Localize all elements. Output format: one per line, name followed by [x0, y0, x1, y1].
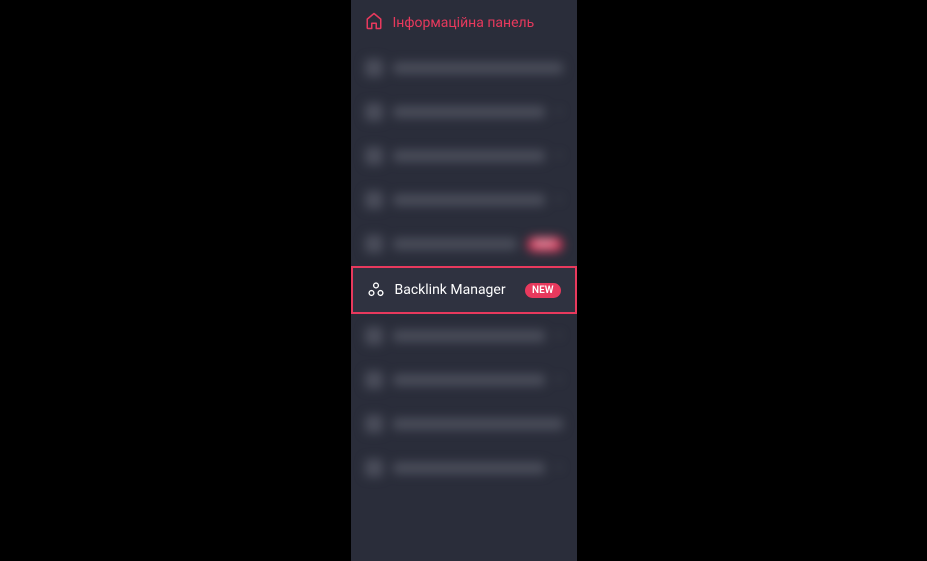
link-icon: [367, 281, 385, 299]
blurred-icon: [365, 191, 383, 209]
chevron-down-icon: ▾: [555, 104, 562, 120]
sidebar-item-blurred: ▾: [351, 358, 577, 402]
sidebar-item-blurred: [351, 402, 577, 446]
blurred-label: [393, 418, 563, 430]
sidebar-item-blurred: ▾: [351, 134, 577, 178]
sidebar-item-blurred: ▾: [351, 178, 577, 222]
sidebar-item-label: Backlink Manager: [395, 282, 516, 298]
blurred-icon: [365, 459, 383, 477]
blurred-label: [393, 462, 546, 474]
blurred-icon: [365, 371, 383, 389]
sidebar-header-label: Інформаційна панель: [393, 15, 535, 31]
new-badge: NEW: [525, 283, 561, 298]
sidebar-header[interactable]: Інформаційна панель: [351, 0, 577, 46]
blurred-icon: [365, 235, 383, 253]
blurred-label: [393, 194, 546, 206]
chevron-down-icon: ▾: [555, 372, 562, 388]
sidebar-item-blurred: [351, 46, 577, 90]
sidebar-item-blurred: ▾: [351, 314, 577, 358]
blurred-icon: [365, 103, 383, 121]
chevron-down-icon: ▾: [555, 148, 562, 164]
new-badge: NEW: [527, 237, 563, 252]
sidebar-item-blurred: ▾: [351, 446, 577, 490]
sidebar-item-blurred: NEW: [351, 222, 577, 266]
sidebar-item-backlink-manager[interactable]: Backlink Manager NEW: [351, 266, 577, 314]
home-icon: [365, 12, 383, 34]
blurred-label: [393, 330, 546, 342]
chevron-down-icon: ▾: [555, 328, 562, 344]
blurred-icon: [365, 415, 383, 433]
sidebar: Інформаційна панель ▾ ▾ ▾ NEW Backlin: [351, 0, 577, 561]
chevron-down-icon: ▾: [555, 192, 562, 208]
blurred-icon: [365, 59, 383, 77]
blurred-label: [393, 238, 518, 250]
blurred-label: [393, 150, 546, 162]
blurred-icon: [365, 327, 383, 345]
sidebar-item-blurred: ▾: [351, 90, 577, 134]
blurred-label: [393, 106, 546, 118]
chevron-down-icon: ▾: [555, 460, 562, 476]
blurred-icon: [365, 147, 383, 165]
blurred-label: [393, 62, 563, 74]
blurred-label: [393, 374, 546, 386]
